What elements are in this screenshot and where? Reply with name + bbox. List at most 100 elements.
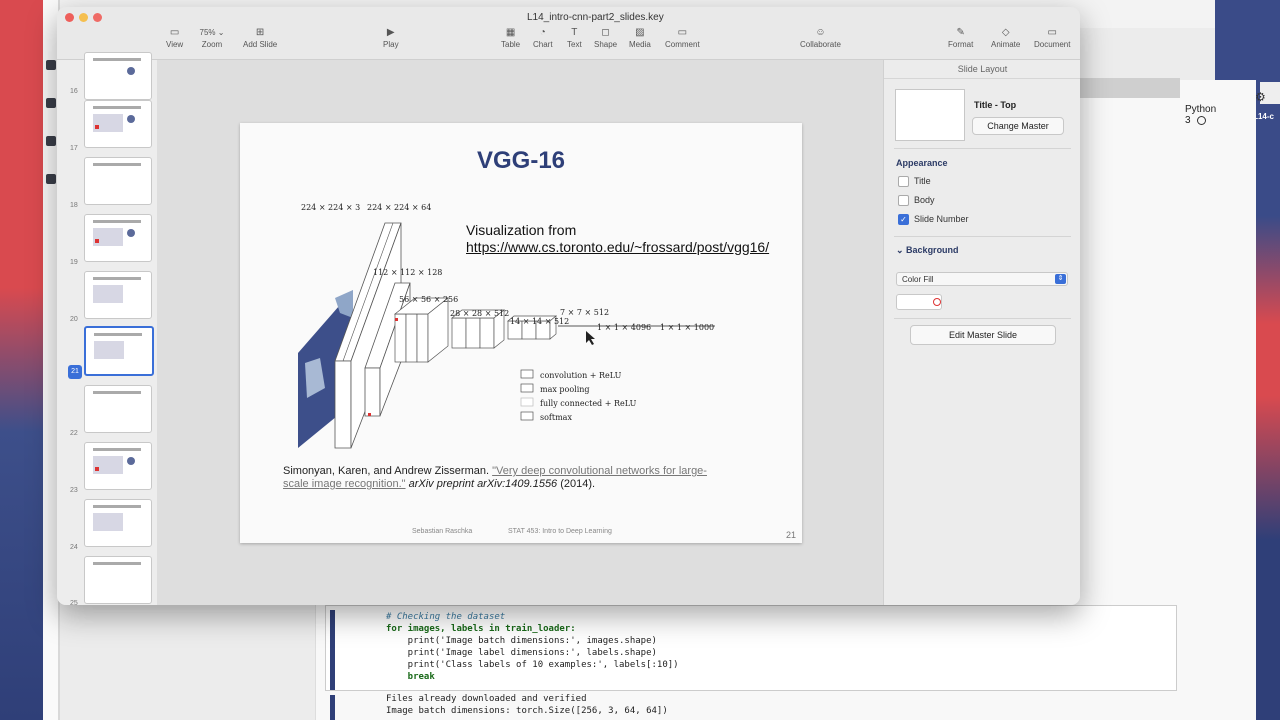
fill-type-select[interactable]: Color Fill ⇕ [896,272,1068,286]
view-button[interactable]: ▭ View [166,27,183,49]
footer-course: STAT 453: Intro to Deep Learning [508,528,612,535]
play-icon: ▶ [386,27,395,38]
legend-pool: max pooling [540,385,590,394]
change-master-button[interactable]: Change Master [972,117,1064,135]
slide-number-footer: 21 [786,530,797,540]
code-line: print('Class labels of 10 examples:', la… [386,660,679,670]
chart-icon: ◔ [539,27,546,38]
citation-venue: arXiv preprint arXiv:1409.1556 [408,478,558,490]
color-well[interactable] [896,294,942,310]
layer-label: 112 × 112 × 128 [373,268,442,277]
slide-number: 16 [70,88,78,95]
viz-link[interactable]: https://www.cs.toronto.edu/~frossard/pos… [466,239,769,255]
sidebar-icon: ▭ [169,27,180,38]
divider [894,148,1071,149]
chart-button[interactable]: ◔ Chart [533,27,553,49]
slide-thumbnail-active[interactable] [84,326,154,376]
zoom-dropdown[interactable]: 75% ⌄ Zoom [197,27,227,49]
media-button[interactable]: ▨ Media [629,27,651,49]
footer-author: Sebastian Raschka [412,528,473,535]
slide-thumbnail[interactable] [84,385,152,433]
body-checkbox[interactable]: Body [898,195,935,207]
collaborate-button[interactable]: ☺ Collaborate [800,27,841,49]
slide-thumbnail[interactable] [84,271,152,319]
layer-label: 14 × 14 × 512 [510,317,569,326]
plus-square-icon: ⊞ [255,27,265,38]
slide-number: 18 [70,202,78,209]
chevron-down-icon: ⌄ [896,245,907,255]
divider [894,236,1071,237]
appearance-heading: Appearance [896,158,948,168]
collaborate-icon: ☺ [815,27,826,38]
close-button[interactable] [65,13,74,22]
format-button[interactable]: ✎ Format [940,24,984,49]
slide-thumbnail[interactable] [84,157,152,205]
layout-name: Title - Top [974,100,1017,110]
running-icon[interactable] [46,98,56,108]
zoom-value: 75% ⌄ [199,28,225,37]
slide-thumbnail[interactable] [84,442,152,490]
slide-number: 17 [70,145,78,152]
slide[interactable]: VGG-16 224 × 224 × 3 224 × 224 × 64 112 … [240,123,802,543]
slide-number-checkbox[interactable]: ✓ Slide Number [898,214,969,226]
slide-thumbnail[interactable] [84,499,152,547]
slide-thumbnail[interactable] [84,214,152,262]
play-button[interactable]: ▶ Play [383,27,399,49]
slide-thumbnail[interactable] [84,52,152,100]
layer-label: 56 × 56 × 256 [399,295,458,304]
layout-thumbnail[interactable] [895,89,965,141]
comment-icon: ▭ [677,27,688,38]
kernel-indicator[interactable]: Python 3 [1185,104,1216,126]
code-line: # Checking the dataset [386,612,506,622]
add-slide-button[interactable]: ⊞ Add Slide [243,27,277,49]
layer-label: 224 × 224 × 3 [301,203,360,212]
code-line: print('Image label dimensions:', labels.… [386,648,657,658]
window-title: L14_intro-cnn-part2_slides.key [527,12,664,23]
chevron-updown-icon: ⇕ [1055,274,1066,284]
table-button[interactable]: ▦ Table [501,27,520,49]
zoom-button[interactable] [93,13,102,22]
shape-icon: ◻ [601,27,610,38]
divider [894,318,1071,319]
commands-icon[interactable] [46,136,56,146]
legend-conv: convolution + ReLU [540,371,622,380]
comment-button[interactable]: ▭ Comment [665,27,700,49]
slide-number: 22 [70,430,78,437]
slide-thumbnail[interactable] [84,556,152,604]
shape-button[interactable]: ◻ Shape [594,27,617,49]
slide-title[interactable]: VGG-16 [240,147,802,175]
minimize-button[interactable] [79,13,88,22]
slide-number: 23 [70,487,78,494]
slide-number: 24 [70,544,78,551]
layer-label: 224 × 224 × 64 [367,203,431,212]
slide-thumbnail[interactable] [84,100,152,148]
gear-icon[interactable]: ⚙ [1255,90,1266,104]
output-line: Image batch dimensions: torch.Size([256,… [386,706,668,716]
conv-layer [394,297,449,363]
slide-number-active: 21 [68,365,82,379]
citation-year: (2014). [560,478,596,490]
slide-navigator: 16 17 18 19 20 21 22 23 24 25 [57,52,157,605]
citation[interactable]: Simonyan, Karen, and Andrew Zisserman. "… [283,465,723,491]
layer-label: 1 × 1 × 1000 [660,323,714,332]
layer-label: 28 × 28 × 512 [450,309,509,318]
viz-caption[interactable]: Visualization from [466,222,576,238]
slide-number: 20 [70,316,78,323]
layer-label: 1 × 1 × 4096 [597,323,651,332]
background-heading[interactable]: ⌄ Background [896,245,959,256]
code-line: for images, labels in train_loader: [386,624,576,634]
paintbrush-icon: ✎ [956,27,965,38]
legend-fc: fully connected + ReLU [540,399,637,408]
edit-master-slide-button[interactable]: Edit Master Slide [910,325,1056,345]
media-icon: ▨ [635,27,645,38]
extension-icon[interactable] [46,174,56,184]
legend-softmax: softmax [540,413,572,422]
document-button[interactable]: ▭ Document [1034,27,1070,49]
table-icon: ▦ [505,27,516,38]
folder-icon[interactable] [46,60,56,70]
title-checkbox[interactable]: Title [898,176,931,188]
text-button[interactable]: T Text [567,27,582,49]
animate-button[interactable]: ◇ Animate [991,27,1020,49]
desktop-file-label[interactable]: L14-c [1253,112,1274,121]
inspector-header: Slide Layout [884,60,1080,79]
